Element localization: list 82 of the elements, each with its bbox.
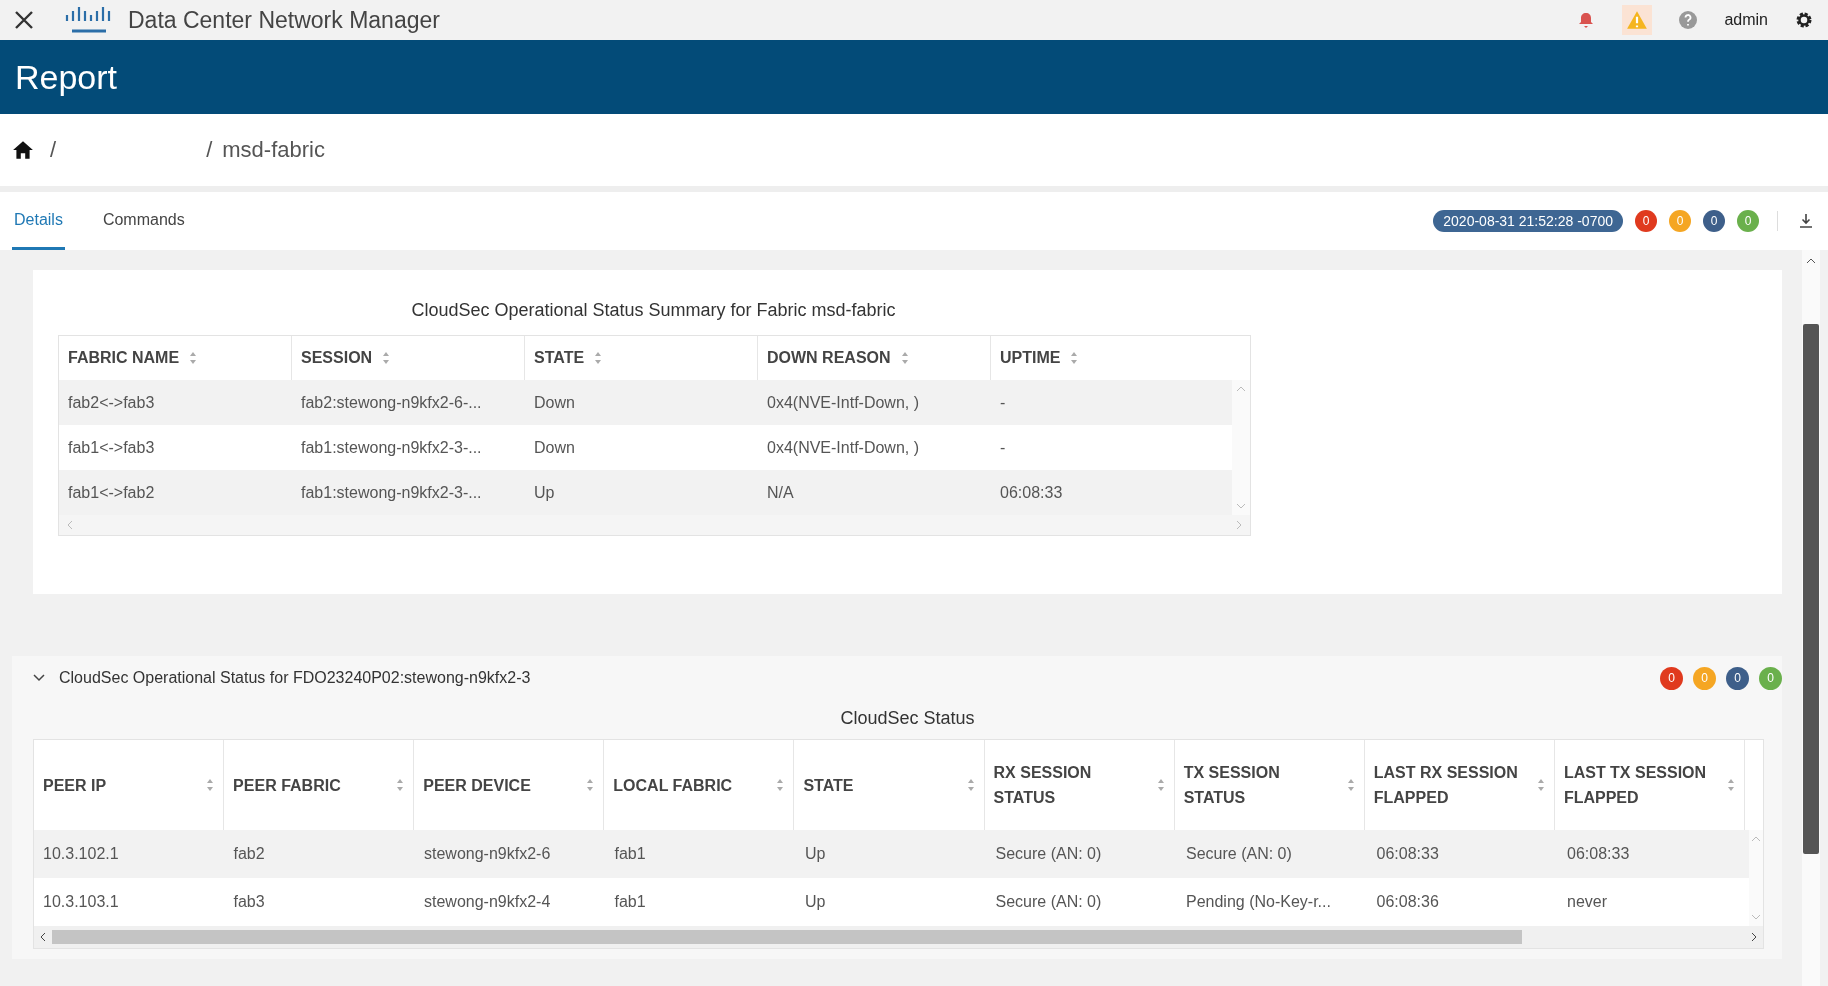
sort-icon[interactable]	[1536, 778, 1545, 792]
table-cell-text: Up	[804, 892, 827, 912]
table-cell-text: never	[1566, 892, 1609, 912]
table-cell-text: 10.3.102.1	[42, 844, 120, 864]
help-icon[interactable]	[1678, 10, 1699, 30]
breadcrumb-separator: /	[206, 137, 213, 163]
vertical-scrollbar[interactable]	[1232, 380, 1250, 515]
table-cell-text: Up	[804, 844, 827, 864]
count-badge: 0	[1693, 666, 1716, 690]
chevron-down-icon[interactable]	[1750, 914, 1761, 920]
table-cell-text: fab1:stewong-n9kfx2-3-...	[300, 482, 483, 503]
sort-icon[interactable]	[966, 778, 975, 792]
chevron-up-icon[interactable]	[1806, 258, 1816, 264]
table-cell-text: fab1<->fab2	[67, 482, 156, 503]
column-header[interactable]: UPTIME	[991, 336, 1224, 380]
sort-icon[interactable]	[1727, 778, 1735, 792]
count-badge: 0	[1660, 666, 1683, 690]
table-cell-text: fab2:stewong-n9kfx2-6-...	[300, 392, 483, 413]
vertical-scrollbar[interactable]	[1748, 830, 1763, 926]
table-cell-text: Pending (No-Key-r...	[1185, 892, 1332, 912]
table-cell-text: 10.3.103.1	[42, 892, 120, 912]
table-cell-text: fab1	[613, 892, 647, 912]
table-cell-text: Secure (AN: 0)	[1185, 844, 1293, 864]
table-cell-text: stewong-n9kfx2-4	[423, 892, 552, 912]
table-title: CloudSec Operational Status Summary for Fabric msd-fabric	[410, 300, 897, 321]
count-badge: 0	[1635, 210, 1657, 232]
count-badge: 0	[1669, 210, 1691, 232]
chevron-down-icon[interactable]	[1236, 503, 1246, 509]
sort-icon[interactable]	[900, 351, 909, 365]
tab[interactable]: Commands	[100, 192, 187, 250]
table-cell-text: Up	[533, 482, 556, 503]
timestamp-badge: 2020-08-31 21:52:28 -0700	[1433, 210, 1623, 232]
breadcrumb-link[interactable]: msd-fabric	[222, 137, 325, 163]
sort-icon[interactable]	[206, 778, 215, 792]
table-cell-text: fab2	[232, 844, 266, 864]
count-badge: 0	[1703, 210, 1725, 232]
vertical-scrollbar[interactable]	[1802, 250, 1820, 986]
warning-icon[interactable]	[1622, 5, 1653, 35]
home-icon[interactable]	[12, 139, 34, 161]
table-cell-text: stewong-n9kfx2-6	[423, 844, 552, 864]
table-cell-text: 06:08:36	[1375, 892, 1440, 912]
table-cell-text: N/A	[766, 482, 795, 503]
app-title: Data Center Network Manager	[128, 6, 440, 34]
table-cell-text: 06:08:33	[999, 482, 1064, 503]
close-icon[interactable]	[14, 10, 34, 30]
section-title[interactable]: CloudSec Operational Status for FDO23240P02:stewong-n9kfx2-3	[59, 669, 531, 687]
table-cell-text: -	[999, 437, 1007, 458]
table-cell-text: fab1:stewong-n9kfx2-3-...	[300, 437, 483, 458]
sort-icon[interactable]	[586, 778, 595, 792]
table-cell-text: fab2<->fab3	[67, 392, 156, 413]
table-cell-text: 0x4(NVE-Intf-Down, )	[766, 392, 921, 413]
count-badge: 0	[1737, 210, 1759, 232]
chevron-right-icon[interactable]	[1751, 932, 1757, 942]
table-cell-text: fab3	[232, 892, 266, 912]
table-cell-text: Down	[533, 437, 576, 458]
count-badge: 0	[1759, 666, 1782, 690]
table-cell-text: fab1<->fab3	[67, 437, 156, 458]
sort-icon[interactable]	[1156, 778, 1165, 792]
table-cell-text: -	[999, 392, 1007, 413]
sort-icon[interactable]	[1346, 778, 1355, 792]
table-cell-text: Down	[533, 392, 576, 413]
chevron-left-icon[interactable]	[40, 932, 46, 942]
sort-icon[interactable]	[189, 351, 198, 365]
sort-icon[interactable]	[776, 778, 785, 792]
settings-icon[interactable]	[1794, 10, 1814, 30]
table-cell-text: 0x4(NVE-Intf-Down, )	[766, 437, 921, 458]
breadcrumb-separator: /	[50, 137, 57, 163]
sort-icon[interactable]	[382, 351, 391, 365]
sort-icon[interactable]	[594, 351, 603, 365]
chevron-icon[interactable]	[33, 674, 45, 682]
page-title: Report	[15, 57, 118, 97]
table-cell-text: 06:08:33	[1566, 844, 1631, 864]
user-name[interactable]: admin	[1724, 11, 1768, 29]
count-badge: 0	[1726, 666, 1749, 690]
horizontal-scrollbar[interactable]	[34, 926, 1763, 948]
table-cell-text: 06:08:33	[1375, 844, 1440, 864]
sort-icon[interactable]	[1070, 351, 1079, 365]
table-title: CloudSec Status	[839, 708, 976, 729]
table-cell-text: Secure (AN: 0)	[994, 844, 1103, 864]
table-cell-text: Secure (AN: 0)	[994, 892, 1103, 912]
table-cell-text: fab1	[613, 844, 647, 864]
sort-icon[interactable]	[396, 778, 405, 792]
